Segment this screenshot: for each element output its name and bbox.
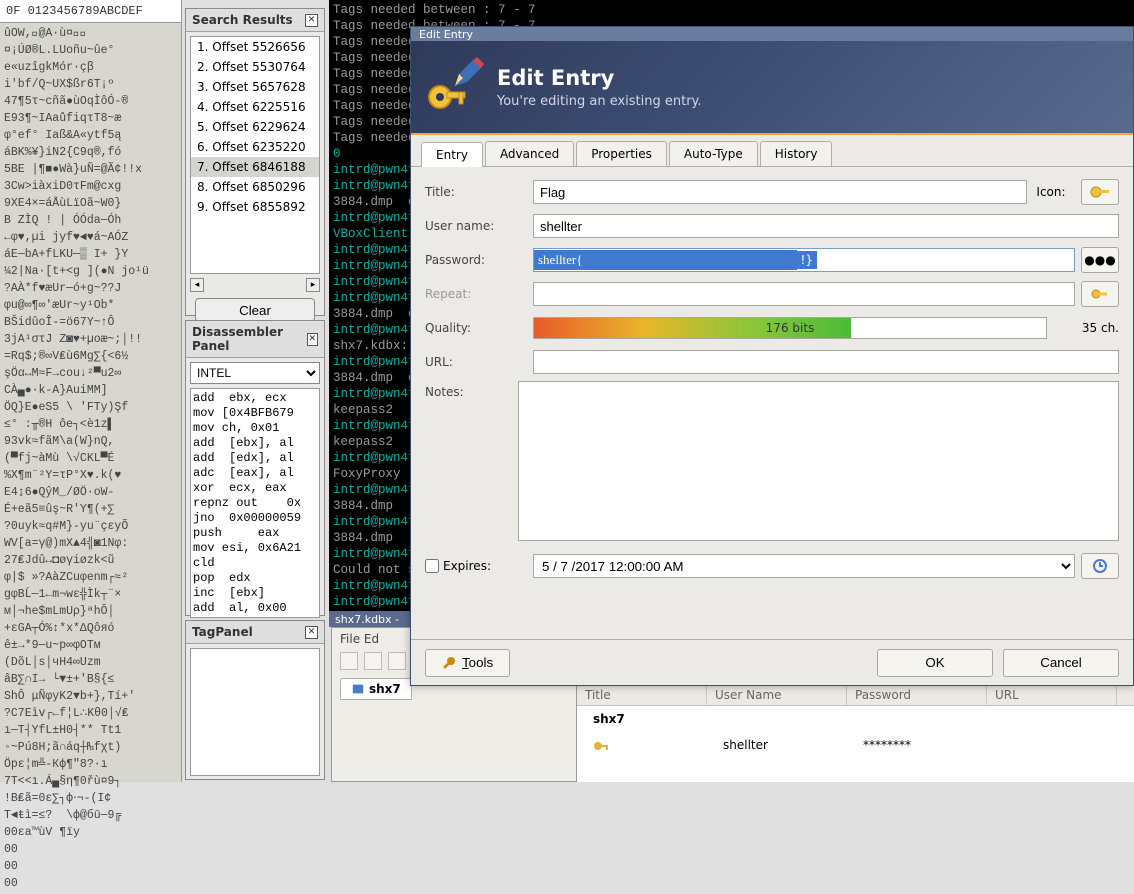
reveal-password-button[interactable]: ●●●: [1081, 247, 1119, 273]
shx7-database-tab[interactable]: shx7: [340, 678, 412, 700]
search-result-item[interactable]: 7. Offset 6846188: [191, 157, 319, 177]
label-password: Password:: [425, 253, 533, 267]
tab-auto-type[interactable]: Auto-Type: [669, 141, 758, 166]
key-pencil-icon: [425, 58, 483, 116]
ok-button[interactable]: OK: [877, 649, 993, 677]
label-expires: Expires:: [443, 559, 491, 573]
tools-button[interactable]: Tools: [425, 649, 510, 677]
tab-properties[interactable]: Properties: [576, 141, 667, 166]
close-icon[interactable]: ✕: [305, 14, 318, 27]
tag-panel-body: [190, 648, 320, 776]
label-icon: Icon:: [1027, 185, 1075, 199]
expires-datetime[interactable]: 5 / 7 /2017 12:00:00 AM: [533, 554, 1075, 578]
disassembly-listing: add ebx, ecx mov [0x4BFB679 mov ch, 0x01…: [190, 388, 320, 618]
col-user[interactable]: User Name: [707, 685, 847, 705]
search-result-item[interactable]: 2. Offset 5530764: [191, 57, 319, 77]
col-url[interactable]: URL: [987, 685, 1117, 705]
scroll-left-icon[interactable]: ◂: [190, 278, 204, 292]
hex-pane: 0F 0123456789ABCDEF ûOW, @A·ù¤ ¤¡ÚØ®L.…: [0, 0, 182, 782]
col-pass[interactable]: Password: [847, 685, 987, 705]
header-subtitle: You're editing an existing entry.: [497, 94, 702, 109]
search-results-title: Search Results: [192, 13, 293, 27]
tabs: EntryAdvancedPropertiesAuto-TypeHistory: [411, 135, 1133, 167]
header-title: Edit Entry: [497, 66, 702, 90]
search-results-list: 1. Offset 55266562. Offset 55307643. Off…: [190, 36, 320, 274]
close-icon[interactable]: ✕: [307, 333, 319, 346]
tab-history[interactable]: History: [760, 141, 833, 166]
quality-chars: 35 ch.: [1047, 321, 1119, 335]
expires-checkbox[interactable]: [425, 559, 439, 573]
username-field[interactable]: [533, 214, 1119, 238]
hex-header: 0F 0123456789ABCDEF: [0, 0, 181, 23]
scroll-right-icon[interactable]: ▸: [306, 278, 320, 292]
label-url: URL:: [425, 355, 533, 369]
password-field[interactable]: shellter{ !}: [533, 248, 1075, 272]
window-header: Edit Entry You're editing an existing en…: [411, 41, 1133, 135]
label-title: Title:: [425, 185, 533, 199]
edit-entry-window: Edit Entry Edit Entry You're editing an …: [410, 26, 1134, 686]
tab-entry[interactable]: Entry: [421, 142, 483, 167]
label-username: User name:: [425, 219, 533, 233]
entry-list: Title User Name Password URL shx7 shellt…: [577, 684, 1134, 782]
toolbar-icon[interactable]: [364, 652, 382, 670]
title-field[interactable]: [533, 180, 1027, 204]
generate-password-button[interactable]: [1081, 281, 1119, 307]
icon-picker-button[interactable]: [1081, 179, 1119, 205]
search-results-panel: Search Results ✕ 1. Offset 55266562. Off…: [185, 8, 325, 316]
toolbar-icon[interactable]: [388, 652, 406, 670]
label-repeat: Repeat:: [425, 287, 533, 301]
list-entry-row[interactable]: shellter ********: [577, 732, 1134, 760]
wrench-icon: [442, 656, 456, 670]
url-field[interactable]: [533, 350, 1119, 374]
repeat-password-field[interactable]: [533, 282, 1075, 306]
toolbar-icon[interactable]: [340, 652, 358, 670]
notes-field[interactable]: [518, 381, 1119, 541]
database-icon: [351, 682, 365, 696]
close-icon[interactable]: ✕: [305, 626, 318, 639]
disassembler-title: Disassembler Panel: [192, 325, 307, 353]
search-result-item[interactable]: 8. Offset 6850296: [191, 177, 319, 197]
quality-meter: 176 bits: [533, 317, 1047, 339]
search-result-item[interactable]: 9. Offset 6855892: [191, 197, 319, 217]
search-result-item[interactable]: 5. Offset 6229624: [191, 117, 319, 137]
list-group-row[interactable]: shx7: [577, 706, 1134, 732]
disassembler-panel: Disassembler Panel ✕ INTEL add ebx, ecx …: [185, 320, 325, 616]
disassembler-arch-select[interactable]: INTEL: [190, 362, 320, 384]
tag-panel-title: TagPanel: [192, 625, 253, 639]
clear-button[interactable]: Clear: [195, 298, 315, 322]
hex-body: ûOW, @A·ù¤ ¤¡ÚØ®L.LUoñu~ûe° e«uzîg kM…: [0, 23, 181, 894]
tag-panel: TagPanel ✕: [185, 620, 325, 780]
label-quality: Quality:: [425, 321, 533, 335]
search-result-item[interactable]: 1. Offset 5526656: [191, 37, 319, 57]
search-result-item[interactable]: 6. Offset 6235220: [191, 137, 319, 157]
entry-form: Title: Icon: User name: Password: shellt…: [411, 167, 1133, 595]
entry-list-header: Title User Name Password URL: [577, 685, 1134, 706]
expires-preset-button[interactable]: [1081, 553, 1119, 579]
search-result-item[interactable]: 4. Offset 6225516: [191, 97, 319, 117]
col-title[interactable]: Title: [577, 685, 707, 705]
label-notes: Notes:: [425, 381, 518, 399]
cancel-button[interactable]: Cancel: [1003, 649, 1119, 677]
dialog-footer: Tools OK Cancel: [411, 639, 1133, 685]
window-titlebar[interactable]: Edit Entry: [411, 27, 1133, 41]
key-icon: [593, 738, 609, 754]
search-result-item[interactable]: 3. Offset 5657628: [191, 77, 319, 97]
tab-advanced[interactable]: Advanced: [485, 141, 574, 166]
